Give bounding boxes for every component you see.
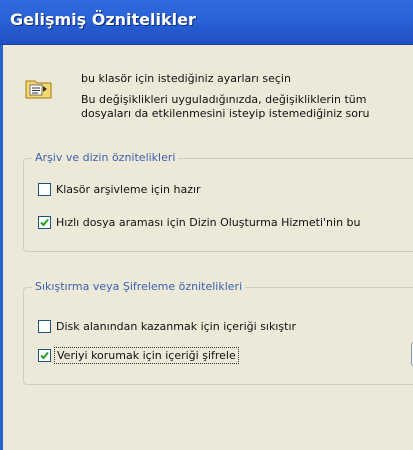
- archive-ready-label[interactable]: Klasör arşivleme için hazır: [56, 183, 201, 196]
- archive-ready-checkbox[interactable]: [38, 182, 51, 196]
- compress-checkbox[interactable]: [38, 319, 51, 333]
- intro-text-1: bu klasör için istediğiniz ayarları seçi…: [81, 72, 291, 85]
- compress-group-legend: Sıkıştırma veya Şifreleme öznitelikleri: [32, 280, 246, 293]
- checkmark-icon: [40, 351, 49, 359]
- index-service-label[interactable]: Hızlı dosya araması için Dizin Oluşturma…: [56, 216, 361, 229]
- folder-settings-icon: [25, 77, 53, 99]
- encrypt-checkbox-row[interactable]: Veriyi korumak için içeriği şifrele: [38, 346, 239, 364]
- window-title: Gelişmiş Öznitelikler: [10, 10, 196, 29]
- encrypt-checkbox[interactable]: [38, 348, 51, 362]
- compress-checkbox-row[interactable]: Disk alanından kazanmak için içeriği sık…: [38, 318, 296, 334]
- title-bar[interactable]: Gelişmiş Öznitelikler: [0, 0, 413, 45]
- encrypt-label[interactable]: Veriyi korumak için içeriği şifrele: [54, 346, 239, 364]
- compress-encrypt-group: Sıkıştırma veya Şifreleme öznitelikleri …: [23, 280, 413, 385]
- archive-group-legend: Arşiv ve dizin öznitelikleri: [32, 151, 179, 164]
- index-service-checkbox[interactable]: [38, 215, 51, 229]
- intro-text-3: dosyaları da etkilenmesini isteyip istem…: [81, 107, 370, 120]
- dialog-body: bu klasör için istediğiniz ayarları seçi…: [0, 45, 413, 450]
- archive-attributes-group: Arşiv ve dizin öznitelikleri Klasör arşi…: [23, 151, 413, 252]
- archive-ready-checkbox-row[interactable]: Klasör arşivleme için hazır: [38, 181, 201, 197]
- compress-label[interactable]: Disk alanından kazanmak için içeriği sık…: [56, 320, 296, 333]
- checkmark-icon: [40, 218, 49, 226]
- index-service-checkbox-row[interactable]: Hızlı dosya araması için Dizin Oluşturma…: [38, 214, 361, 230]
- intro-text-2: Bu değişiklikleri uyguladığınızda, değiş…: [81, 93, 367, 106]
